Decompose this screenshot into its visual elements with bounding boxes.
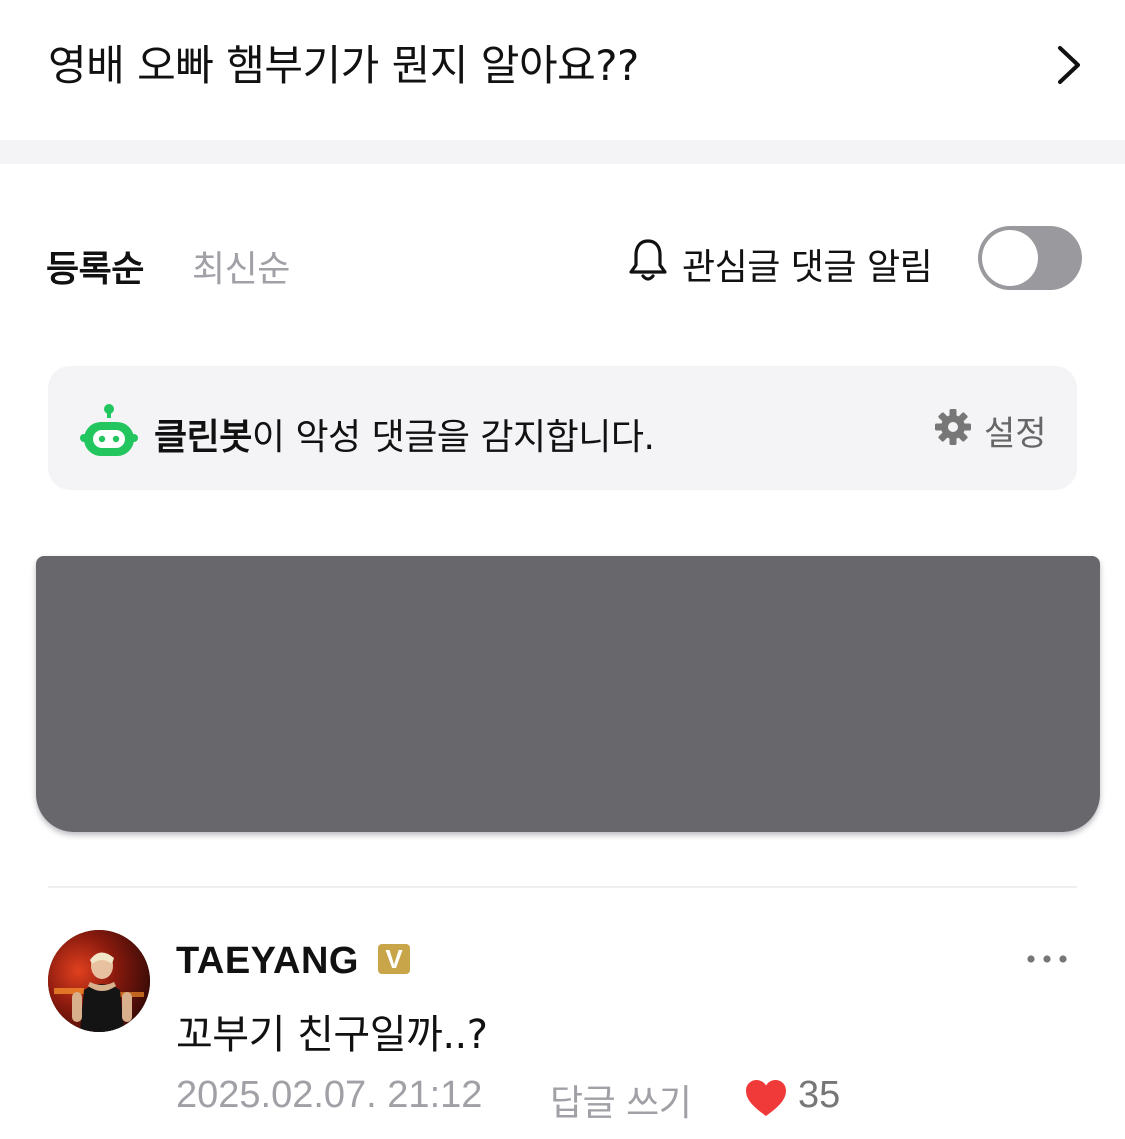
- cleanbot-notice: 클린봇이 악성 댓글을 감지합니다. 설정: [48, 366, 1077, 490]
- cleanbot-message: 클린봇이 악성 댓글을 감지합니다.: [154, 408, 655, 460]
- comment-notification-toggle[interactable]: [978, 226, 1082, 290]
- comment-text: 꼬부기 친구일까..?: [176, 1012, 488, 1058]
- comment-notification-label: 관심글 댓글 알림: [682, 247, 933, 288]
- comment-author[interactable]: TAEYANG: [176, 940, 359, 983]
- post-header[interactable]: 영배 오빠 햄부기가 뭔지 알아요??: [0, 0, 1125, 140]
- section-divider: [0, 140, 1125, 164]
- more-options-icon[interactable]: [1026, 954, 1068, 964]
- comment-timestamp: 2025.02.07. 21:12: [176, 1074, 483, 1116]
- toggle-knob: [982, 230, 1038, 286]
- comment-toolbar: 등록순 최신순 관심글 댓글 알림: [0, 220, 1125, 300]
- like-count: 35: [798, 1074, 841, 1116]
- bell-icon: [629, 239, 667, 281]
- comment-item: TAEYANG V 꼬부기 친구일까..? 2025.02.07. 21:12 …: [0, 910, 1125, 1139]
- post-title: 영배 오빠 햄부기가 뭔지 알아요??: [48, 41, 639, 90]
- cleanbot-description: 이 악성 댓글을 감지합니다.: [251, 417, 655, 458]
- settings-button[interactable]: 설정: [984, 406, 1047, 455]
- robot-icon: [80, 404, 138, 456]
- gear-icon[interactable]: [934, 408, 972, 446]
- sort-tab-latest[interactable]: 최신순: [192, 240, 290, 292]
- redacted-comment-block: [36, 556, 1100, 832]
- avatar[interactable]: [48, 930, 150, 1032]
- cleanbot-name: 클린봇: [154, 417, 252, 458]
- avatar-image: [48, 930, 150, 1032]
- comment-meta: 2025.02.07. 21:12 답글 쓰기 35: [176, 1074, 1076, 1124]
- sort-tab-registered[interactable]: 등록순: [46, 240, 144, 292]
- comment-divider: [48, 886, 1077, 888]
- heart-icon[interactable]: [744, 1078, 788, 1118]
- verified-badge: V: [378, 944, 410, 974]
- chevron-right-icon[interactable]: [1052, 44, 1086, 86]
- reply-button[interactable]: 답글 쓰기: [550, 1074, 692, 1126]
